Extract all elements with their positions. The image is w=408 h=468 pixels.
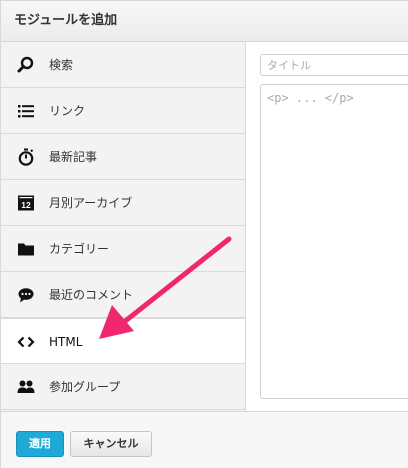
svg-text:12: 12 xyxy=(21,200,31,210)
folder-icon xyxy=(17,240,35,258)
search-icon xyxy=(17,56,35,74)
module-type-sidebar: 検索 リンク 最新記事 12 月別アーカイブ カテゴリー 最近のコメント HTM… xyxy=(1,42,246,411)
dialog-title: モジュールを追加 xyxy=(14,13,118,28)
sidebar-item-categories[interactable]: カテゴリー xyxy=(1,226,245,272)
sidebar-item-recent-comments[interactable]: 最近のコメント xyxy=(1,272,245,318)
dialog-footer: 適用 キャンセル xyxy=(1,411,408,468)
list-icon xyxy=(17,102,35,120)
sidebar-item-label: 最新記事 xyxy=(49,150,98,164)
stopwatch-icon xyxy=(17,148,35,166)
sidebar-item-groups[interactable]: 参加グループ xyxy=(1,364,245,410)
apply-button[interactable]: 適用 xyxy=(16,431,64,457)
sidebar-item-html[interactable]: HTML xyxy=(1,318,245,364)
sidebar-item-search[interactable]: 検索 xyxy=(1,42,245,88)
code-icon xyxy=(17,333,35,351)
sidebar-item-label: 検索 xyxy=(49,58,74,72)
sidebar-item-links[interactable]: リンク xyxy=(1,88,245,134)
sidebar-item-label: 月別アーカイブ xyxy=(49,196,133,210)
cancel-button[interactable]: キャンセル xyxy=(70,431,152,457)
group-icon xyxy=(17,378,35,396)
sidebar-item-label: 最近のコメント xyxy=(49,288,134,302)
sidebar-item-recent-posts[interactable]: 最新記事 xyxy=(1,134,245,180)
title-input[interactable] xyxy=(260,54,408,76)
html-body-textarea[interactable] xyxy=(260,84,408,399)
sidebar-item-monthly-archive[interactable]: 12 月別アーカイブ xyxy=(1,180,245,226)
sidebar-item-label: 参加グループ xyxy=(49,380,121,394)
comment-icon xyxy=(17,286,35,304)
sidebar-item-label: HTML xyxy=(49,335,83,349)
calendar-icon: 12 xyxy=(17,194,35,212)
module-editor xyxy=(246,42,408,411)
sidebar-item-label: リンク xyxy=(49,104,86,118)
add-module-dialog: モジュールを追加 検索 リンク 最新記事 12 月別アーカイブ カテゴリー 最近… xyxy=(0,0,408,468)
sidebar-item-label: カテゴリー xyxy=(49,242,110,256)
dialog-header: モジュールを追加 xyxy=(1,1,408,42)
